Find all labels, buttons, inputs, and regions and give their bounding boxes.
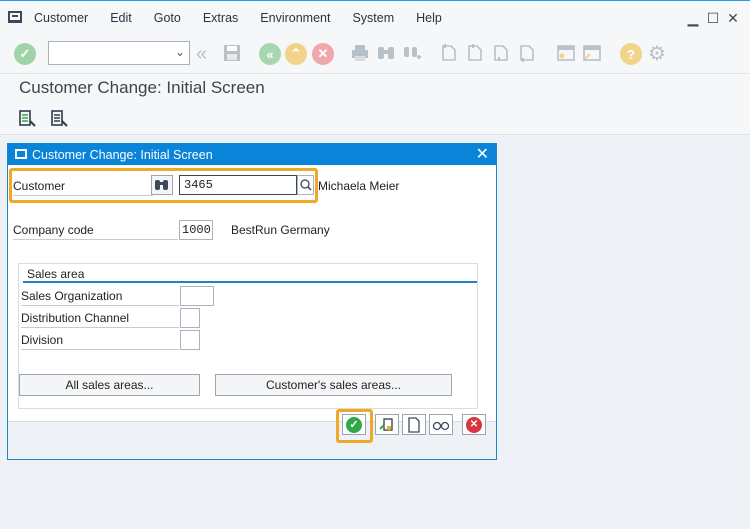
continue-button[interactable]: ✓ <box>342 414 366 435</box>
sales-organization-label: Sales Organization <box>21 289 123 303</box>
distribution-channel-label: Distribution Channel <box>21 311 130 325</box>
cancel-icon[interactable]: ✕ <box>312 43 334 65</box>
enter-icon[interactable]: ✓ <box>14 43 36 65</box>
company-code-label-underline <box>13 239 178 240</box>
gear-icon[interactable]: ⚙ <box>646 43 668 65</box>
customer-label: Customer <box>13 179 66 193</box>
create-session-icon[interactable] <box>556 43 578 65</box>
display-button[interactable] <box>429 414 453 435</box>
back-double-icon[interactable]: « <box>196 43 218 65</box>
dialog-header: Customer Change: Initial Screen ✕ <box>8 144 496 165</box>
menu-customer[interactable]: Customer <box>34 11 88 25</box>
maximize-button[interactable]: ☐ <box>706 11 720 25</box>
menu-edit[interactable]: Edit <box>110 11 132 25</box>
minimize-button[interactable]: ▁ <box>686 11 700 25</box>
help-icon[interactable]: ? <box>620 43 642 65</box>
exit-icon[interactable]: ⌃ <box>285 43 307 65</box>
distribution-channel-input[interactable] <box>180 308 200 328</box>
sales-area-divider <box>23 281 477 283</box>
title-area: Customer Change: Initial Screen <box>0 74 750 102</box>
sales-organization-underline <box>21 305 179 306</box>
new-document-button[interactable] <box>402 414 426 435</box>
dialog-title: Customer Change: Initial Screen <box>32 147 213 162</box>
division-underline <box>21 349 179 350</box>
find-icon[interactable] <box>376 43 398 65</box>
save-icon[interactable] <box>222 43 244 65</box>
customer-change-dialog: Customer Change: Initial Screen ✕ Custom… <box>7 143 497 460</box>
application-toolbar <box>0 102 750 135</box>
menu-help[interactable]: Help <box>416 11 442 25</box>
customers-sales-areas-button[interactable]: Customer's sales areas... <box>215 374 452 396</box>
next-page-icon[interactable] <box>492 43 514 65</box>
dialog-window-icon <box>15 149 27 159</box>
cancel-button[interactable]: ✕ <box>462 414 486 435</box>
display-list-icon[interactable] <box>18 109 38 132</box>
chevron-down-icon[interactable]: ⌄ <box>175 45 185 59</box>
distribution-channel-underline <box>21 327 179 328</box>
shortcut-icon[interactable] <box>582 43 604 65</box>
menu-icon[interactable] <box>8 11 22 23</box>
company-code-input[interactable]: 1000 <box>179 220 213 240</box>
command-field[interactable]: ⌄ <box>48 41 190 65</box>
dialog-footer: ✓ ✕ <box>8 409 496 459</box>
change-customer-button[interactable] <box>375 414 399 435</box>
document-select-icon[interactable] <box>50 109 70 132</box>
company-code-label: Company code <box>13 223 94 237</box>
customer-name: Michaela Meier <box>318 179 400 193</box>
last-page-icon[interactable] <box>518 43 540 65</box>
print-icon[interactable] <box>350 43 372 65</box>
page-title: Customer Change: Initial Screen <box>19 78 265 97</box>
cancel-x-icon: ✕ <box>466 416 482 433</box>
search-help-icon[interactable] <box>297 175 314 195</box>
first-page-icon[interactable] <box>440 43 462 65</box>
menu-items: Customer Edit Goto Extras Environment Sy… <box>34 11 464 25</box>
close-window-button[interactable]: ✕ <box>726 11 740 25</box>
back-icon[interactable]: « <box>259 43 281 65</box>
division-label: Division <box>21 333 64 347</box>
menu-bar: Customer Edit Goto Extras Environment Sy… <box>0 0 750 34</box>
menu-system[interactable]: System <box>352 11 394 25</box>
customer-label-underline <box>13 195 153 196</box>
company-name: BestRun Germany <box>231 223 330 237</box>
customer-input[interactable]: 3465 <box>179 175 297 195</box>
menu-environment[interactable]: Environment <box>260 11 330 25</box>
binoculars-icon[interactable] <box>151 175 173 195</box>
document-icon <box>408 416 420 433</box>
menu-goto[interactable]: Goto <box>154 11 181 25</box>
checkmark-icon: ✓ <box>346 416 362 433</box>
edit-document-icon <box>379 417 393 431</box>
close-icon[interactable]: ✕ <box>476 146 489 163</box>
menu-extras[interactable]: Extras <box>203 11 238 25</box>
sales-area-title: Sales area <box>27 267 85 281</box>
find-next-icon[interactable] <box>402 43 424 65</box>
previous-page-icon[interactable] <box>466 43 488 65</box>
sales-organization-input[interactable] <box>180 286 214 306</box>
sales-area-group: Sales area Sales Organization Distributi… <box>18 263 478 409</box>
glasses-icon <box>432 421 450 430</box>
all-sales-areas-button[interactable]: All sales areas... <box>19 374 200 396</box>
division-input[interactable] <box>180 330 200 350</box>
standard-toolbar: ✓ ⌄ « « ⌃ ✕ ? ⚙ <box>0 34 750 74</box>
